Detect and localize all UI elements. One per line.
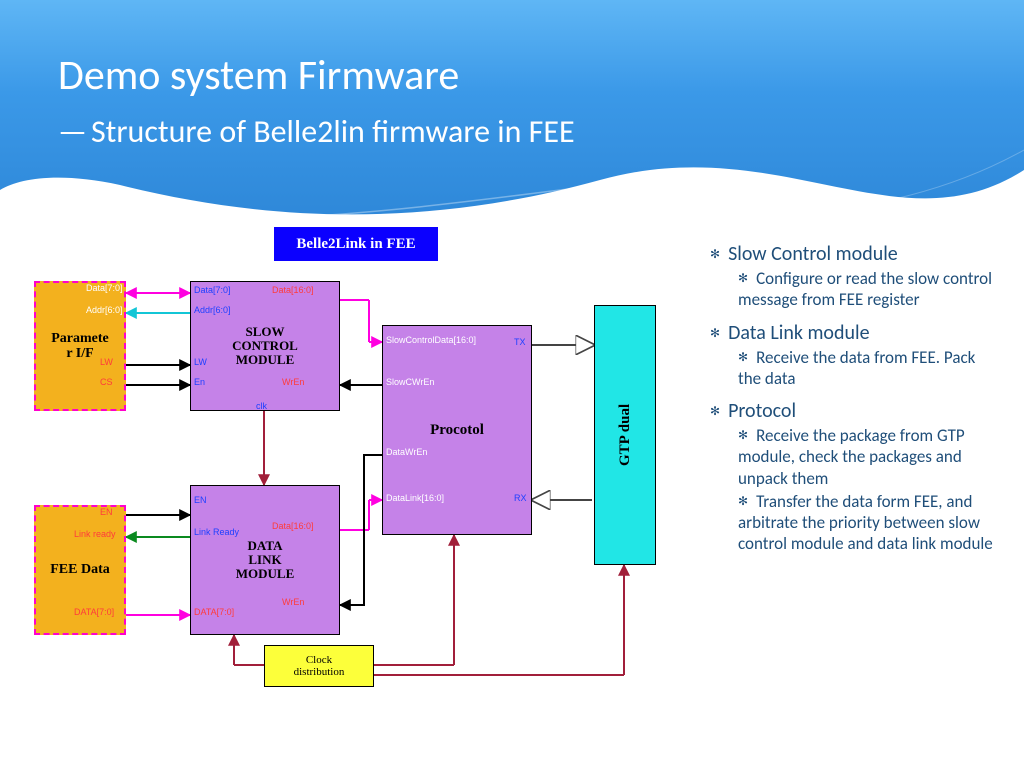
bullet-slow-control: Slow Control module [710, 242, 1000, 266]
port-proto-dl: DataLink[16:0] [386, 493, 444, 503]
bullet-data-link: Data Link module [710, 321, 1000, 345]
slide-title: Demo system Firmware [58, 50, 459, 101]
port-dlm-wren: WrEn [282, 597, 304, 607]
port-dlm-lr: Link Ready [194, 527, 239, 537]
bullet-protocol-desc2: Transfer the data form FEE, and arbitrat… [738, 491, 1000, 555]
port-dlm-data16: Data[16:0] [272, 521, 314, 531]
port-fee-data: DATA[7:0] [74, 607, 114, 617]
box-gtp-dual: GTP dual [594, 305, 656, 565]
port-scm-lw: LW [194, 357, 207, 367]
port-dlm-data70: DATA[7:0] [194, 607, 234, 617]
bullet-slow-control-desc: Configure or read the slow control messa… [738, 268, 1000, 311]
port-pif-lw: LW [100, 357, 113, 367]
port-scm-addr: Addr[6:0] [194, 305, 231, 315]
port-scm-data: Data[7:0] [194, 285, 231, 295]
banner-belle2link: Belle2Link in FEE [274, 227, 438, 261]
port-proto-rx: RX [514, 493, 527, 503]
port-fee-lr: Link ready [74, 529, 116, 539]
port-pif-addr: Addr[6:0] [86, 305, 123, 315]
bullet-protocol: Protocol [710, 399, 1000, 423]
bullet-protocol-desc1: Receive the package from GTP module, che… [738, 425, 1000, 489]
bullet-data-link-desc: Receive the data from FEE. Pack the data [738, 347, 1000, 390]
bullet-list: Slow Control module Configure or read th… [710, 232, 1000, 555]
box-slow-control: SLOW CONTROL MODULE [190, 281, 340, 411]
port-proto-tx: TX [514, 337, 526, 347]
port-proto-dw: DataWrEn [386, 447, 427, 457]
subtitle-text: Structure of Belle2lin firmware in FEE [91, 112, 575, 151]
box-clock-distribution: Clock distribution [264, 645, 374, 687]
port-pif-data: Data[7:0] [86, 283, 123, 293]
slide-subtitle: —Structure of Belle2lin firmware in FEE [58, 112, 575, 151]
port-fee-en: EN [100, 507, 113, 517]
slide: Demo system Firmware —Structure of Belle… [0, 0, 1024, 768]
diagram-canvas: Belle2Link in FEE Paramete r I/F FEE Dat… [34, 225, 694, 745]
port-dlm-en: EN [194, 495, 207, 505]
port-proto-scd: SlowControlData[16:0] [386, 335, 476, 345]
port-scm-wren: WrEn [282, 377, 304, 387]
box-protocol: Procotol [382, 325, 532, 535]
box-parameter-if: Paramete r I/F [34, 281, 126, 411]
port-scm-en: En [194, 377, 205, 387]
port-proto-scw: SlowCWrEn [386, 377, 434, 387]
port-pif-cs: CS [100, 377, 113, 387]
port-scm-clk: clk [256, 401, 267, 411]
port-scm-data16: Data[16:0] [272, 285, 314, 295]
